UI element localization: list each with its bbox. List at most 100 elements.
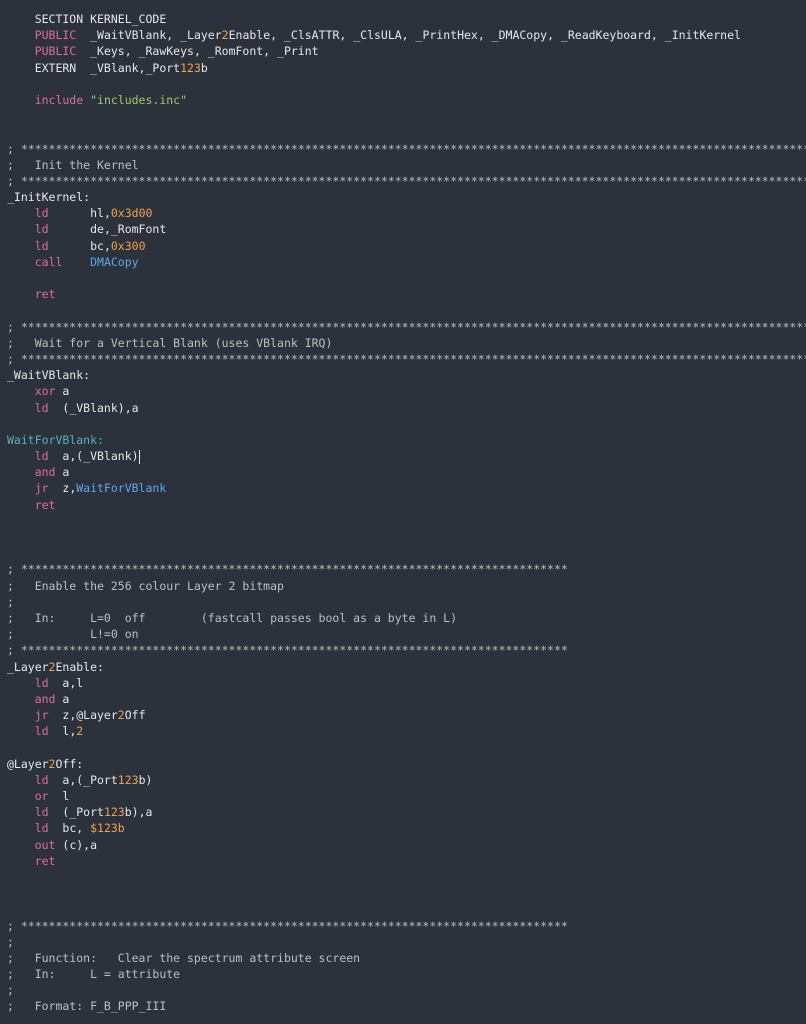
code-token: ld [7,821,63,836]
code-line[interactable]: EXTERN _VBlank,_Port123b [0,60,806,76]
code-token: _Keys, _RawKeys, _RomFont, _Print [76,44,319,59]
code-line[interactable]: ; Wait for a Vertical Blank (uses VBlank… [0,335,806,351]
code-token: 2 [117,708,125,723]
code-line[interactable]: _WaitVBlank: [0,367,806,383]
code-token: ; Format: F_B_PPP_III [7,999,167,1014]
code-line[interactable] [0,124,806,140]
code-line[interactable] [0,901,806,917]
code-token: _WaitVBlank, _Layer [76,28,222,43]
code-line[interactable]: ; **************************************… [0,351,806,367]
code-token: ret [7,497,56,512]
code-token: and [7,465,63,480]
code-line[interactable] [0,869,806,885]
code-line[interactable]: ; L!=0 on [0,626,806,642]
code-line[interactable]: include "includes.inc" [0,92,806,108]
code-token: b) [138,772,153,787]
code-token: ; Enable the 256 colour Layer 2 bitmap [7,578,284,593]
code-line[interactable]: WaitForVBlank: [0,432,806,448]
code-line[interactable]: jr z,WaitForVBlank [0,480,806,496]
code-line[interactable]: ld a,l [0,675,806,691]
code-line[interactable]: ld a,(_Port123b) [0,772,806,788]
code-line[interactable]: and a [0,464,806,480]
code-line[interactable]: and a [0,691,806,707]
code-line[interactable]: ld a,(_VBlank) [0,448,806,464]
code-line[interactable]: ; In: L=0 off (fastcall passes bool as a… [0,610,806,626]
code-line[interactable]: ret [0,286,806,302]
code-line[interactable] [0,1015,806,1024]
code-token: a [62,465,70,480]
code-token: PUBLIC [7,44,77,59]
code-token: ; [7,934,14,949]
code-line[interactable]: ; **************************************… [0,173,806,189]
code-token: 123 [103,805,125,820]
code-token: ; **************************************… [7,173,806,188]
code-token: 123 [180,60,201,75]
code-line[interactable]: ld (_Port123b),a [0,804,806,820]
code-line[interactable]: ; [0,982,806,998]
code-token: and [7,691,63,706]
code-token: jr [7,481,63,496]
code-line[interactable]: jr z,@Layer2Off [0,707,806,723]
code-line[interactable]: ; In: L = attribute [0,966,806,982]
code-token: 0x3d00 [110,206,153,221]
code-line[interactable]: ld bc,0x300 [0,238,806,254]
code-token: _WaitVBlank: [7,368,91,383]
code-line[interactable] [0,545,806,561]
code-line[interactable] [0,76,806,92]
code-token: b),a [124,805,153,820]
code-token: z,@Layer [62,708,118,723]
code-token: 0x300 [110,238,146,253]
code-line[interactable]: ret [0,497,806,513]
code-line[interactable]: ; **************************************… [0,141,806,157]
code-line[interactable] [0,416,806,432]
code-line[interactable]: ; [0,594,806,610]
code-editor[interactable]: SECTION KERNEL_CODE PUBLIC _WaitVBlank, … [0,0,806,1024]
code-line[interactable]: _Layer2Enable: [0,659,806,675]
code-line[interactable] [0,513,806,529]
code-line[interactable]: SECTION KERNEL_CODE [0,11,806,27]
code-line[interactable] [0,529,806,545]
code-line[interactable]: or l [0,788,806,804]
code-token: or [7,789,63,803]
code-token: l, [62,724,77,739]
code-token: call [7,254,91,269]
code-line[interactable]: ; Enable the 256 colour Layer 2 bitmap [0,578,806,594]
code-line[interactable]: call DMACopy [0,254,806,270]
code-line[interactable]: ; **************************************… [0,918,806,934]
code-token: @Layer [7,756,49,771]
code-token: Enable: [55,659,104,674]
code-line[interactable]: ; **************************************… [0,319,806,335]
code-token: ld [7,206,91,221]
code-line[interactable]: ld de,_RomFont [0,221,806,237]
code-token: 2 [76,724,84,739]
code-line[interactable]: _InitKernel: [0,189,806,205]
code-token: ; In: L=0 off (fastcall passes bool as a… [7,610,458,625]
code-line[interactable] [0,108,806,124]
code-line[interactable]: ld bc, $123b [0,820,806,836]
code-token: (c),a [62,837,98,852]
code-line[interactable]: ; **************************************… [0,642,806,658]
code-line[interactable]: ret [0,853,806,869]
code-token: ; Function: Clear the spectrum attribute… [7,950,361,965]
code-line[interactable]: ; **************************************… [0,561,806,577]
code-line[interactable]: PUBLIC _Keys, _RawKeys, _RomFont, _Print [0,43,806,59]
code-token: bc, [62,821,91,836]
code-line[interactable] [0,739,806,755]
code-line[interactable] [0,302,806,318]
code-line[interactable]: ; [0,934,806,950]
code-token: 2 [221,28,229,43]
code-line[interactable]: @Layer2Off: [0,756,806,772]
code-line[interactable]: ld l,2 [0,723,806,739]
code-line[interactable]: ; Format: F_B_PPP_III [0,998,806,1014]
code-line[interactable]: out (c),a [0,837,806,853]
code-line[interactable]: ld (_VBlank),a [0,400,806,416]
code-line[interactable] [0,885,806,901]
code-line[interactable]: xor a [0,383,806,399]
code-line[interactable] [0,270,806,286]
code-line[interactable]: ; Function: Clear the spectrum attribute… [0,950,806,966]
code-line[interactable]: ld hl,0x3d00 [0,205,806,221]
code-token: ; Init the Kernel [7,157,139,172]
code-line[interactable]: PUBLIC _WaitVBlank, _Layer2Enable, _ClsA… [0,27,806,43]
code-line[interactable]: ; Init the Kernel [0,157,806,173]
code-token: xor [7,384,63,399]
